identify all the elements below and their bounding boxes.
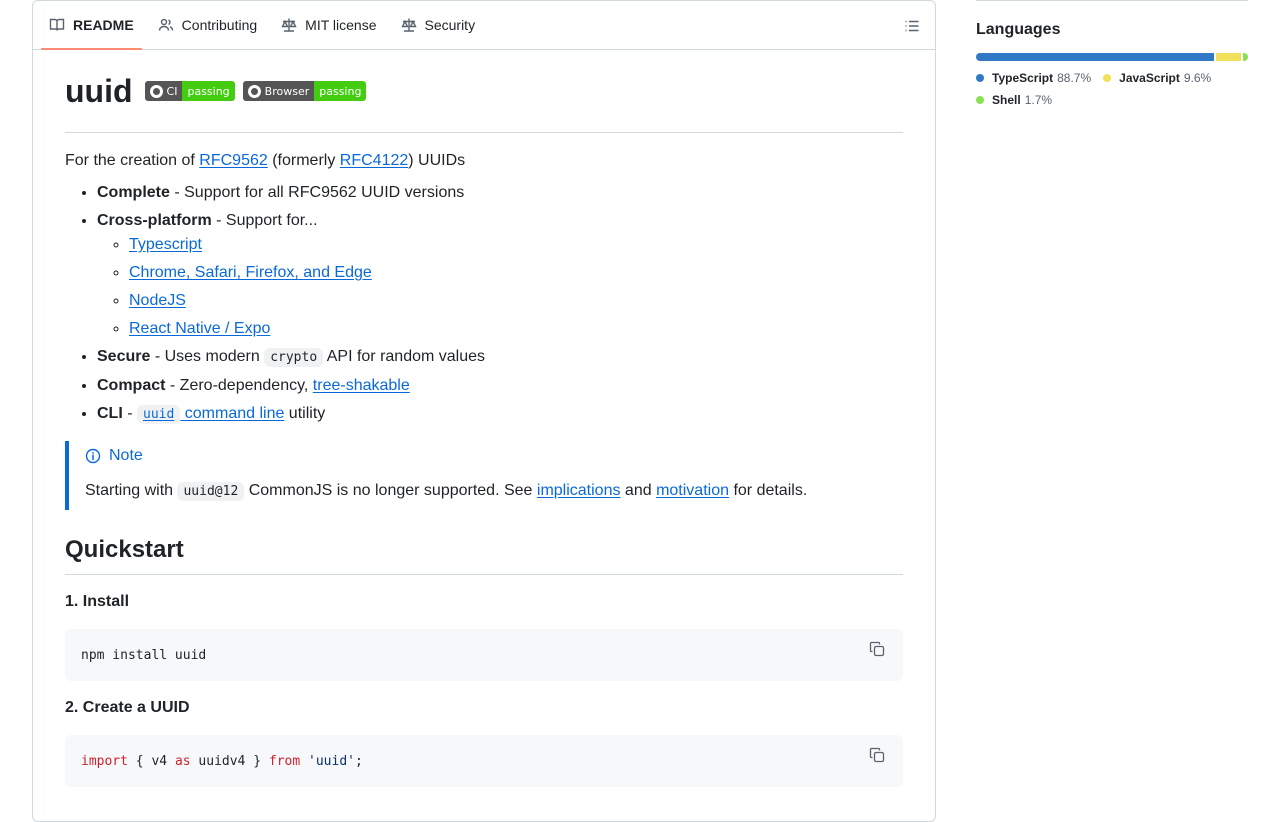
note-callout: Note Starting with uuid@12 CommonJS is n… bbox=[65, 441, 903, 510]
ci-badge-label: CI bbox=[166, 84, 178, 98]
tree-shakable-link[interactable]: tree-shakable bbox=[313, 377, 410, 394]
browser-badge-status: passing bbox=[314, 81, 367, 101]
language-item-typescript[interactable]: TypeScript 88.7% bbox=[976, 71, 1091, 85]
code-text: import { v4 as uuidv4 } from 'uuid'; bbox=[81, 753, 363, 769]
list-item: Secure - Uses modern crypto API for rand… bbox=[97, 347, 903, 368]
typescript-link[interactable]: Typescript bbox=[129, 236, 202, 253]
list-item: Chrome, Safari, Firefox, and Edge bbox=[129, 263, 903, 283]
law-icon bbox=[400, 18, 417, 32]
quickstart-heading: Quickstart bbox=[65, 536, 903, 575]
browser-badge-label: Browser bbox=[264, 84, 310, 98]
language-color-dot bbox=[976, 96, 984, 104]
inline-code: uuid@12 bbox=[177, 482, 245, 501]
list-item: Compact - Zero-dependency, tree-shakable bbox=[97, 376, 903, 396]
browsers-link[interactable]: Chrome, Safari, Firefox, and Edge bbox=[129, 264, 372, 281]
feature-list: Complete - Support for all RFC9562 UUID … bbox=[65, 183, 903, 425]
readme-tabs: README Contributing MIT license Security bbox=[33, 1, 935, 50]
list-item: NodeJS bbox=[129, 291, 903, 311]
note-title: Note bbox=[85, 447, 887, 465]
rfc9562-link[interactable]: RFC9562 bbox=[199, 152, 267, 169]
implications-link[interactable]: implications bbox=[537, 482, 621, 499]
rfc4122-link[interactable]: RFC4122 bbox=[340, 152, 408, 169]
language-bar-segment bbox=[1243, 53, 1248, 61]
react-native-link[interactable]: React Native / Expo bbox=[129, 320, 270, 337]
tab-contributing[interactable]: Contributing bbox=[150, 1, 266, 49]
list-item: Typescript bbox=[129, 235, 903, 255]
cli-link[interactable]: uuid command line bbox=[137, 405, 284, 424]
language-bar bbox=[976, 53, 1248, 61]
language-item-shell[interactable]: Shell 1.7% bbox=[976, 93, 1052, 107]
repo-sidebar: Languages TypeScript 88.7% JavaScript 9.… bbox=[976, 0, 1248, 115]
copy-icon bbox=[869, 747, 885, 763]
intro-paragraph: For the creation of RFC9562 (formerly RF… bbox=[65, 152, 466, 169]
copy-button[interactable] bbox=[869, 641, 889, 661]
tab-readme[interactable]: README bbox=[41, 1, 142, 50]
people-icon bbox=[158, 18, 173, 31]
readme-panel: README Contributing MIT license Security… bbox=[32, 0, 936, 822]
nodejs-link[interactable]: NodeJS bbox=[129, 292, 186, 309]
languages-heading: Languages bbox=[976, 21, 1061, 38]
ci-badge-status: passing bbox=[182, 81, 235, 101]
tab-readme-label: README bbox=[73, 17, 134, 33]
step-install-heading: 1. Install bbox=[65, 593, 130, 610]
readme-content: uuid CI passing Browser passing For the … bbox=[33, 50, 935, 787]
tab-license[interactable]: MIT license bbox=[273, 1, 384, 49]
copy-button[interactable] bbox=[869, 747, 889, 767]
inline-code: crypto bbox=[264, 348, 324, 367]
motivation-link[interactable]: motivation bbox=[656, 482, 729, 499]
github-icon bbox=[247, 84, 261, 98]
step-create-heading: 2. Create a UUID bbox=[65, 699, 190, 716]
outline-button[interactable] bbox=[899, 13, 925, 39]
copy-icon bbox=[869, 641, 885, 657]
divider bbox=[976, 0, 1248, 1]
readme-title-row: uuid CI passing Browser passing bbox=[65, 50, 903, 133]
code-text: npm install uuid bbox=[81, 647, 207, 663]
tab-license-label: MIT license bbox=[305, 17, 377, 33]
tab-contributing-label: Contributing bbox=[181, 17, 258, 33]
language-bar-segment bbox=[976, 53, 1214, 61]
list-item: Complete - Support for all RFC9562 UUID … bbox=[97, 183, 903, 203]
list-item: Cross-platform - Support for... Typescri… bbox=[97, 211, 903, 339]
language-item-javascript[interactable]: JavaScript 9.6% bbox=[1103, 71, 1211, 85]
language-color-dot bbox=[976, 74, 984, 82]
language-list: TypeScript 88.7% JavaScript 9.6% Shell 1… bbox=[976, 71, 1248, 115]
install-code-block: npm install uuid bbox=[65, 629, 903, 681]
browser-badge[interactable]: Browser passing bbox=[242, 81, 367, 101]
list-unordered-icon bbox=[905, 20, 919, 32]
language-bar-segment bbox=[1215, 53, 1242, 61]
platform-list: Typescript Chrome, Safari, Firefox, and … bbox=[97, 235, 903, 339]
list-item: CLI - uuid command line utility bbox=[97, 404, 903, 425]
tab-security[interactable]: Security bbox=[393, 1, 484, 49]
list-item: React Native / Expo bbox=[129, 319, 903, 339]
law-icon bbox=[281, 18, 297, 32]
note-body: Starting with uuid@12 CommonJS is no lon… bbox=[85, 482, 808, 501]
info-icon bbox=[85, 448, 101, 464]
tab-security-label: Security bbox=[424, 17, 476, 33]
inline-code: uuid bbox=[137, 405, 181, 424]
ci-badge[interactable]: CI passing bbox=[144, 81, 235, 101]
create-code-block: import { v4 as uuidv4 } from 'uuid'; bbox=[65, 735, 903, 787]
language-color-dot bbox=[1103, 74, 1112, 82]
github-icon bbox=[149, 84, 163, 98]
readme-title: uuid bbox=[65, 73, 133, 109]
book-icon bbox=[49, 18, 65, 31]
